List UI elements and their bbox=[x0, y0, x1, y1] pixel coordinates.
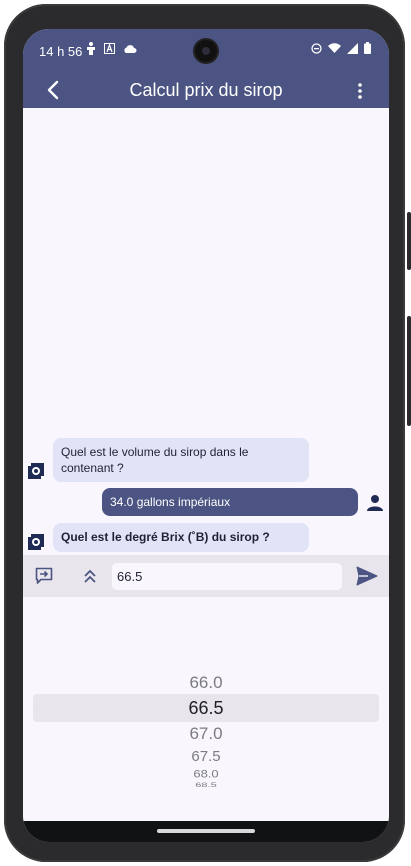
answer-input[interactable]: 66.5 bbox=[112, 563, 342, 590]
message-text: Quel est le degré Brix (˚B) du sirop ? bbox=[61, 530, 270, 544]
bot-message: Quel est le degré Brix (˚B) du sirop ? bbox=[53, 523, 309, 552]
bot-avatar-icon bbox=[28, 463, 44, 479]
do-not-disturb-icon bbox=[311, 42, 322, 54]
notification-a-icon bbox=[104, 43, 115, 54]
comment-arrow-icon[interactable] bbox=[35, 567, 53, 585]
home-handle[interactable] bbox=[157, 829, 255, 833]
page-title: Calcul prix du sirop bbox=[129, 80, 283, 100]
picker-option[interactable]: 67.5 bbox=[23, 748, 389, 765]
phone-frame: 14 h 56 Calcul prix du sirop Quel est le… bbox=[4, 4, 405, 862]
picker-option[interactable]: 68.0 bbox=[23, 767, 389, 780]
message-text: Quel est le volume du sirop dans le bbox=[61, 445, 249, 459]
wifi-icon bbox=[328, 43, 341, 53]
more-options-icon[interactable] bbox=[357, 82, 363, 100]
user-avatar-icon bbox=[367, 495, 383, 511]
status-bar: 14 h 56 bbox=[23, 29, 389, 73]
signal-icon bbox=[347, 42, 358, 54]
battery-icon bbox=[364, 42, 371, 54]
power-button bbox=[407, 316, 411, 426]
number-picker[interactable]: 66.0 66.5 67.0 67.5 68.0 68.5 bbox=[23, 597, 389, 807]
bot-message: Quel est le volume du sirop dans le cont… bbox=[53, 438, 309, 482]
front-camera bbox=[195, 40, 217, 62]
send-icon[interactable] bbox=[356, 566, 378, 586]
user-message: 34.0 gallons impériaux bbox=[102, 488, 358, 516]
picker-option-selected[interactable]: 66.5 bbox=[23, 698, 389, 719]
cloud-icon bbox=[124, 44, 137, 53]
bot-avatar-icon bbox=[28, 534, 44, 550]
picker-option[interactable]: 67.0 bbox=[23, 724, 389, 744]
picker-option[interactable]: 68.5 bbox=[23, 781, 389, 788]
picker-option[interactable]: 66.0 bbox=[23, 673, 389, 693]
navigation-bar bbox=[23, 821, 389, 842]
message-text: 34.0 gallons impériaux bbox=[110, 495, 231, 509]
volume-button bbox=[407, 212, 411, 270]
double-chevron-up-icon[interactable] bbox=[83, 568, 97, 584]
screen: 14 h 56 Calcul prix du sirop Quel est le… bbox=[23, 29, 389, 842]
message-text: contenant ? bbox=[61, 461, 124, 475]
app-bar: Calcul prix du sirop bbox=[23, 73, 389, 108]
accessibility-icon bbox=[87, 42, 95, 55]
input-bar: 66.5 bbox=[23, 555, 389, 597]
status-time: 14 h 56 bbox=[39, 44, 83, 59]
chat-area: Quel est le volume du sirop dans le cont… bbox=[23, 108, 389, 555]
